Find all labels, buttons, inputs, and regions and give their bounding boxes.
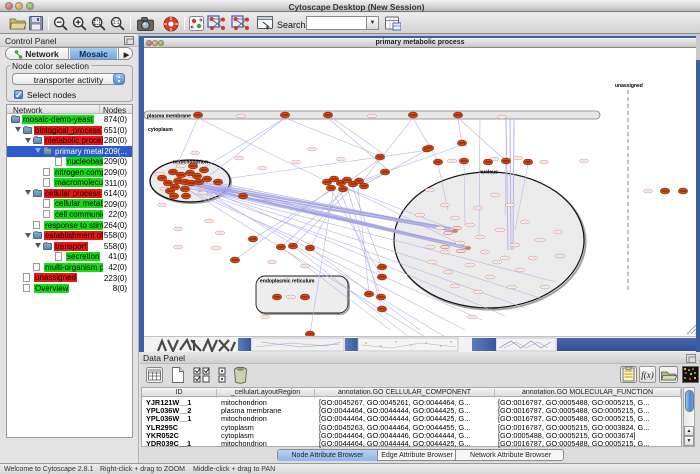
svg-text:plasma membrane: plasma membrane xyxy=(147,113,191,119)
svg-text:endoplasmic reticulum: endoplasmic reticulum xyxy=(260,279,315,285)
svg-text:nucleus: nucleus xyxy=(479,170,498,176)
svg-text:unassigned: unassigned xyxy=(615,83,643,89)
svg-text:1:1: 1:1 xyxy=(113,20,120,26)
svg-text:cytoplasm: cytoplasm xyxy=(148,127,173,133)
